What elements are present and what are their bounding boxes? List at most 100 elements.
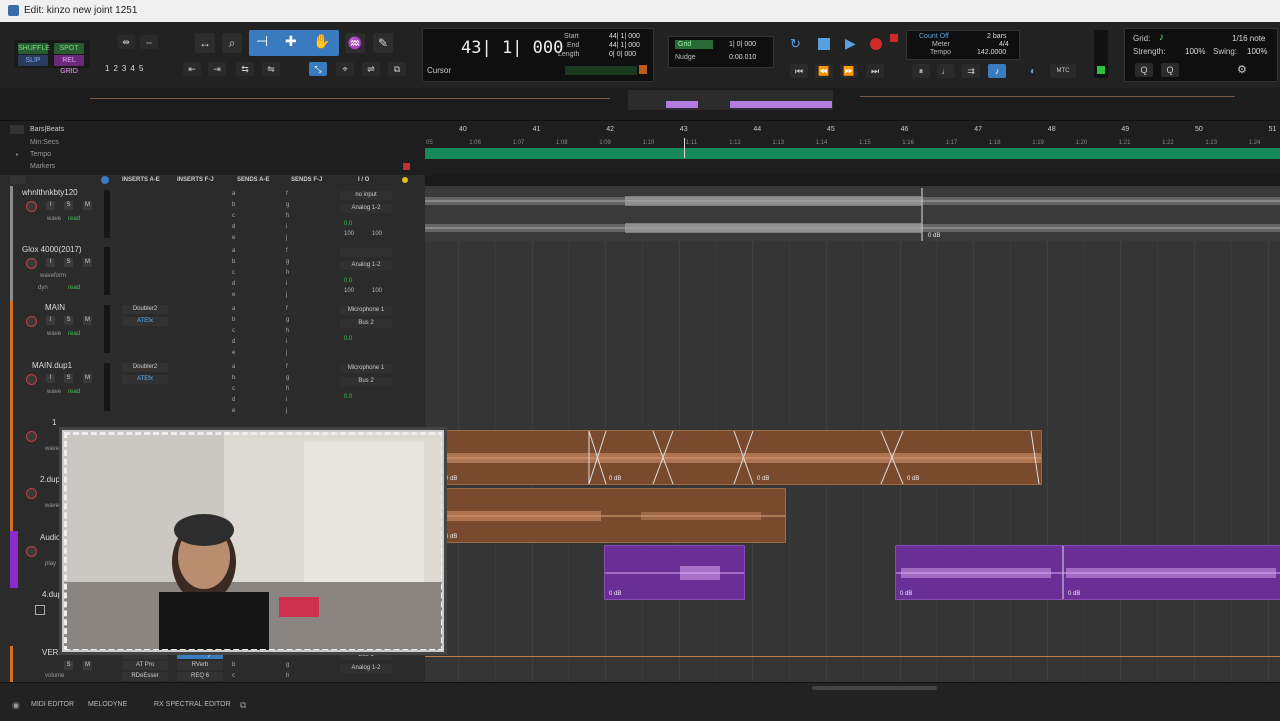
send-slot[interactable]: g bbox=[286, 662, 289, 668]
input-monitor-button[interactable]: I bbox=[46, 201, 55, 210]
meter-value[interactable]: 4/4 bbox=[999, 41, 1009, 48]
view-options-icon[interactable] bbox=[101, 176, 109, 184]
zoom-preset-5[interactable]: 5 bbox=[139, 64, 143, 73]
return-to-zero-icon[interactable]: ⏮ bbox=[790, 64, 808, 78]
playhead-cursor[interactable] bbox=[684, 138, 685, 158]
record-arm-button[interactable] bbox=[26, 258, 37, 269]
clip-gain-label[interactable]: 0 dB bbox=[757, 476, 769, 482]
mute-button[interactable]: M bbox=[83, 661, 92, 670]
input-selector[interactable] bbox=[340, 248, 392, 257]
conductor-icon[interactable]: ♪ bbox=[988, 64, 1006, 78]
scrubber-tool-icon[interactable]: ♒ bbox=[345, 33, 365, 53]
output-selector[interactable]: Bus 2 bbox=[340, 319, 392, 328]
track-view-select[interactable]: waveform bbox=[40, 273, 66, 279]
track-extra[interactable]: dyn bbox=[38, 285, 48, 291]
input-selector[interactable]: no input bbox=[340, 191, 392, 200]
send-slot[interactable]: i bbox=[286, 281, 287, 287]
send-slot[interactable]: c bbox=[232, 213, 235, 219]
clip-gain-label[interactable]: 0 dB bbox=[900, 591, 912, 597]
track-name[interactable]: 4.dup bbox=[42, 590, 62, 599]
record-arm-button[interactable] bbox=[26, 201, 37, 212]
track-name[interactable]: 2.dup bbox=[40, 475, 60, 484]
tab-midi-editor[interactable]: MIDI EDITOR bbox=[31, 701, 74, 708]
insert-slot[interactable]: REQ 6 bbox=[177, 672, 223, 681]
record-arm-button[interactable] bbox=[26, 374, 37, 385]
output-selector[interactable]: Analog 1-2 bbox=[340, 204, 392, 213]
audio-clip[interactable]: 0 dB bbox=[604, 545, 745, 600]
solo-button[interactable]: S bbox=[64, 258, 73, 267]
audio-clip[interactable]: 0 dB bbox=[440, 488, 786, 543]
end-value[interactable]: 44| 1| 000 bbox=[609, 42, 640, 49]
send-slot[interactable]: c bbox=[232, 673, 235, 679]
pre-post-roll[interactable] bbox=[565, 66, 637, 75]
output-selector[interactable]: Bus 2 bbox=[340, 377, 392, 386]
send-slot[interactable]: f bbox=[286, 248, 288, 254]
ruler-menu-icon[interactable] bbox=[10, 125, 24, 134]
send-slot[interactable]: h bbox=[286, 270, 289, 276]
wait-for-note-icon[interactable]: ⏸ bbox=[912, 64, 930, 78]
insert-slot[interactable]: Doubler2 bbox=[122, 363, 168, 372]
count-off-bars[interactable]: 2 bars bbox=[987, 33, 1006, 40]
record-arm-button[interactable] bbox=[26, 431, 37, 442]
output-selector[interactable]: Analog 1-2 bbox=[340, 261, 392, 270]
pan-value[interactable]: 100 bbox=[344, 231, 354, 237]
clip-gain-label[interactable]: 0 dB bbox=[907, 476, 919, 482]
send-slot[interactable]: e bbox=[232, 292, 235, 298]
selector-tool-icon[interactable]: ✚ bbox=[285, 33, 297, 50]
spot-mode-button[interactable]: SPOT bbox=[54, 43, 84, 54]
send-slot[interactable]: i bbox=[286, 224, 287, 230]
send-slot[interactable]: a bbox=[232, 191, 235, 197]
track-list-menu-icon[interactable] bbox=[10, 176, 26, 184]
solo-button[interactable]: S bbox=[64, 316, 73, 325]
rel-grid-mode-button[interactable]: REL GRID bbox=[54, 55, 84, 75]
pan-value[interactable]: 100 bbox=[344, 288, 354, 294]
send-slot[interactable]: g bbox=[286, 259, 289, 265]
collapse-icon[interactable]: ◉ bbox=[12, 700, 20, 711]
insert-slot[interactable]: AT Pro bbox=[122, 661, 168, 670]
track-name[interactable]: MAIN bbox=[45, 303, 65, 312]
marker-add-icon[interactable] bbox=[403, 163, 410, 170]
quantize-settings-icon[interactable]: Q bbox=[1161, 63, 1179, 77]
send-slot[interactable]: b bbox=[232, 662, 235, 668]
send-slot[interactable]: g bbox=[286, 375, 289, 381]
send-slot[interactable]: a bbox=[232, 248, 235, 254]
record-arm-button[interactable] bbox=[26, 316, 37, 327]
send-slot[interactable]: h bbox=[286, 386, 289, 392]
insert-slot[interactable]: RVerb bbox=[177, 661, 223, 670]
send-slot[interactable]: e bbox=[232, 235, 235, 241]
grabber-tool-icon[interactable]: ✋ bbox=[313, 33, 330, 50]
send-slot[interactable]: g bbox=[286, 202, 289, 208]
zoom-preset-2[interactable]: 2 bbox=[113, 64, 117, 73]
quantize-icon[interactable]: Q bbox=[1135, 63, 1153, 77]
go-to-end-icon[interactable]: ⏭ bbox=[866, 64, 884, 78]
volume-value[interactable]: 0.0 bbox=[344, 278, 352, 284]
send-slot[interactable]: d bbox=[232, 224, 235, 230]
edit-window-timeline[interactable]: 0 dB 0 dB 0 dB 0 dB 0 dB 0 dB 0 dB 0 dB … bbox=[425, 186, 1280, 682]
track-name[interactable]: Audio bbox=[40, 533, 60, 542]
send-slot[interactable]: b bbox=[232, 202, 235, 208]
tab-to-transient-icon[interactable]: ⇥ bbox=[208, 62, 226, 76]
horizontal-scrollbar[interactable] bbox=[812, 686, 937, 690]
solo-button[interactable]: S bbox=[64, 661, 73, 670]
grid-toggle[interactable]: Grid bbox=[675, 40, 713, 49]
zoomer-tool-icon[interactable]: ↔ bbox=[195, 33, 215, 53]
clip-gain-label[interactable]: 0 dB bbox=[445, 534, 457, 540]
record-icon[interactable] bbox=[870, 38, 882, 50]
main-counter[interactable]: 43| 1| 000 bbox=[461, 38, 563, 58]
mtc-button[interactable]: MTC bbox=[1050, 64, 1076, 78]
mute-button[interactable]: M bbox=[83, 258, 92, 267]
trim-tool-icon[interactable]: ⊣ bbox=[256, 33, 268, 50]
universe-overview[interactable] bbox=[0, 88, 1280, 121]
start-value[interactable]: 44| 1| 000 bbox=[609, 33, 640, 40]
metronome-icon[interactable]: ♩ bbox=[937, 64, 955, 78]
send-slot[interactable]: a bbox=[232, 364, 235, 370]
input-monitor-button[interactable]: I bbox=[46, 258, 55, 267]
insert-slot[interactable]: RDeEsser bbox=[122, 672, 168, 681]
automation-line[interactable] bbox=[425, 656, 1280, 657]
tempo-value[interactable]: 142.0000 bbox=[977, 49, 1006, 56]
send-slot[interactable]: b bbox=[232, 317, 235, 323]
send-slot[interactable]: c bbox=[232, 386, 235, 392]
send-slot[interactable]: c bbox=[232, 328, 235, 334]
send-slot[interactable]: b bbox=[232, 259, 235, 265]
fast-forward-icon[interactable]: ⏩ bbox=[840, 64, 858, 78]
